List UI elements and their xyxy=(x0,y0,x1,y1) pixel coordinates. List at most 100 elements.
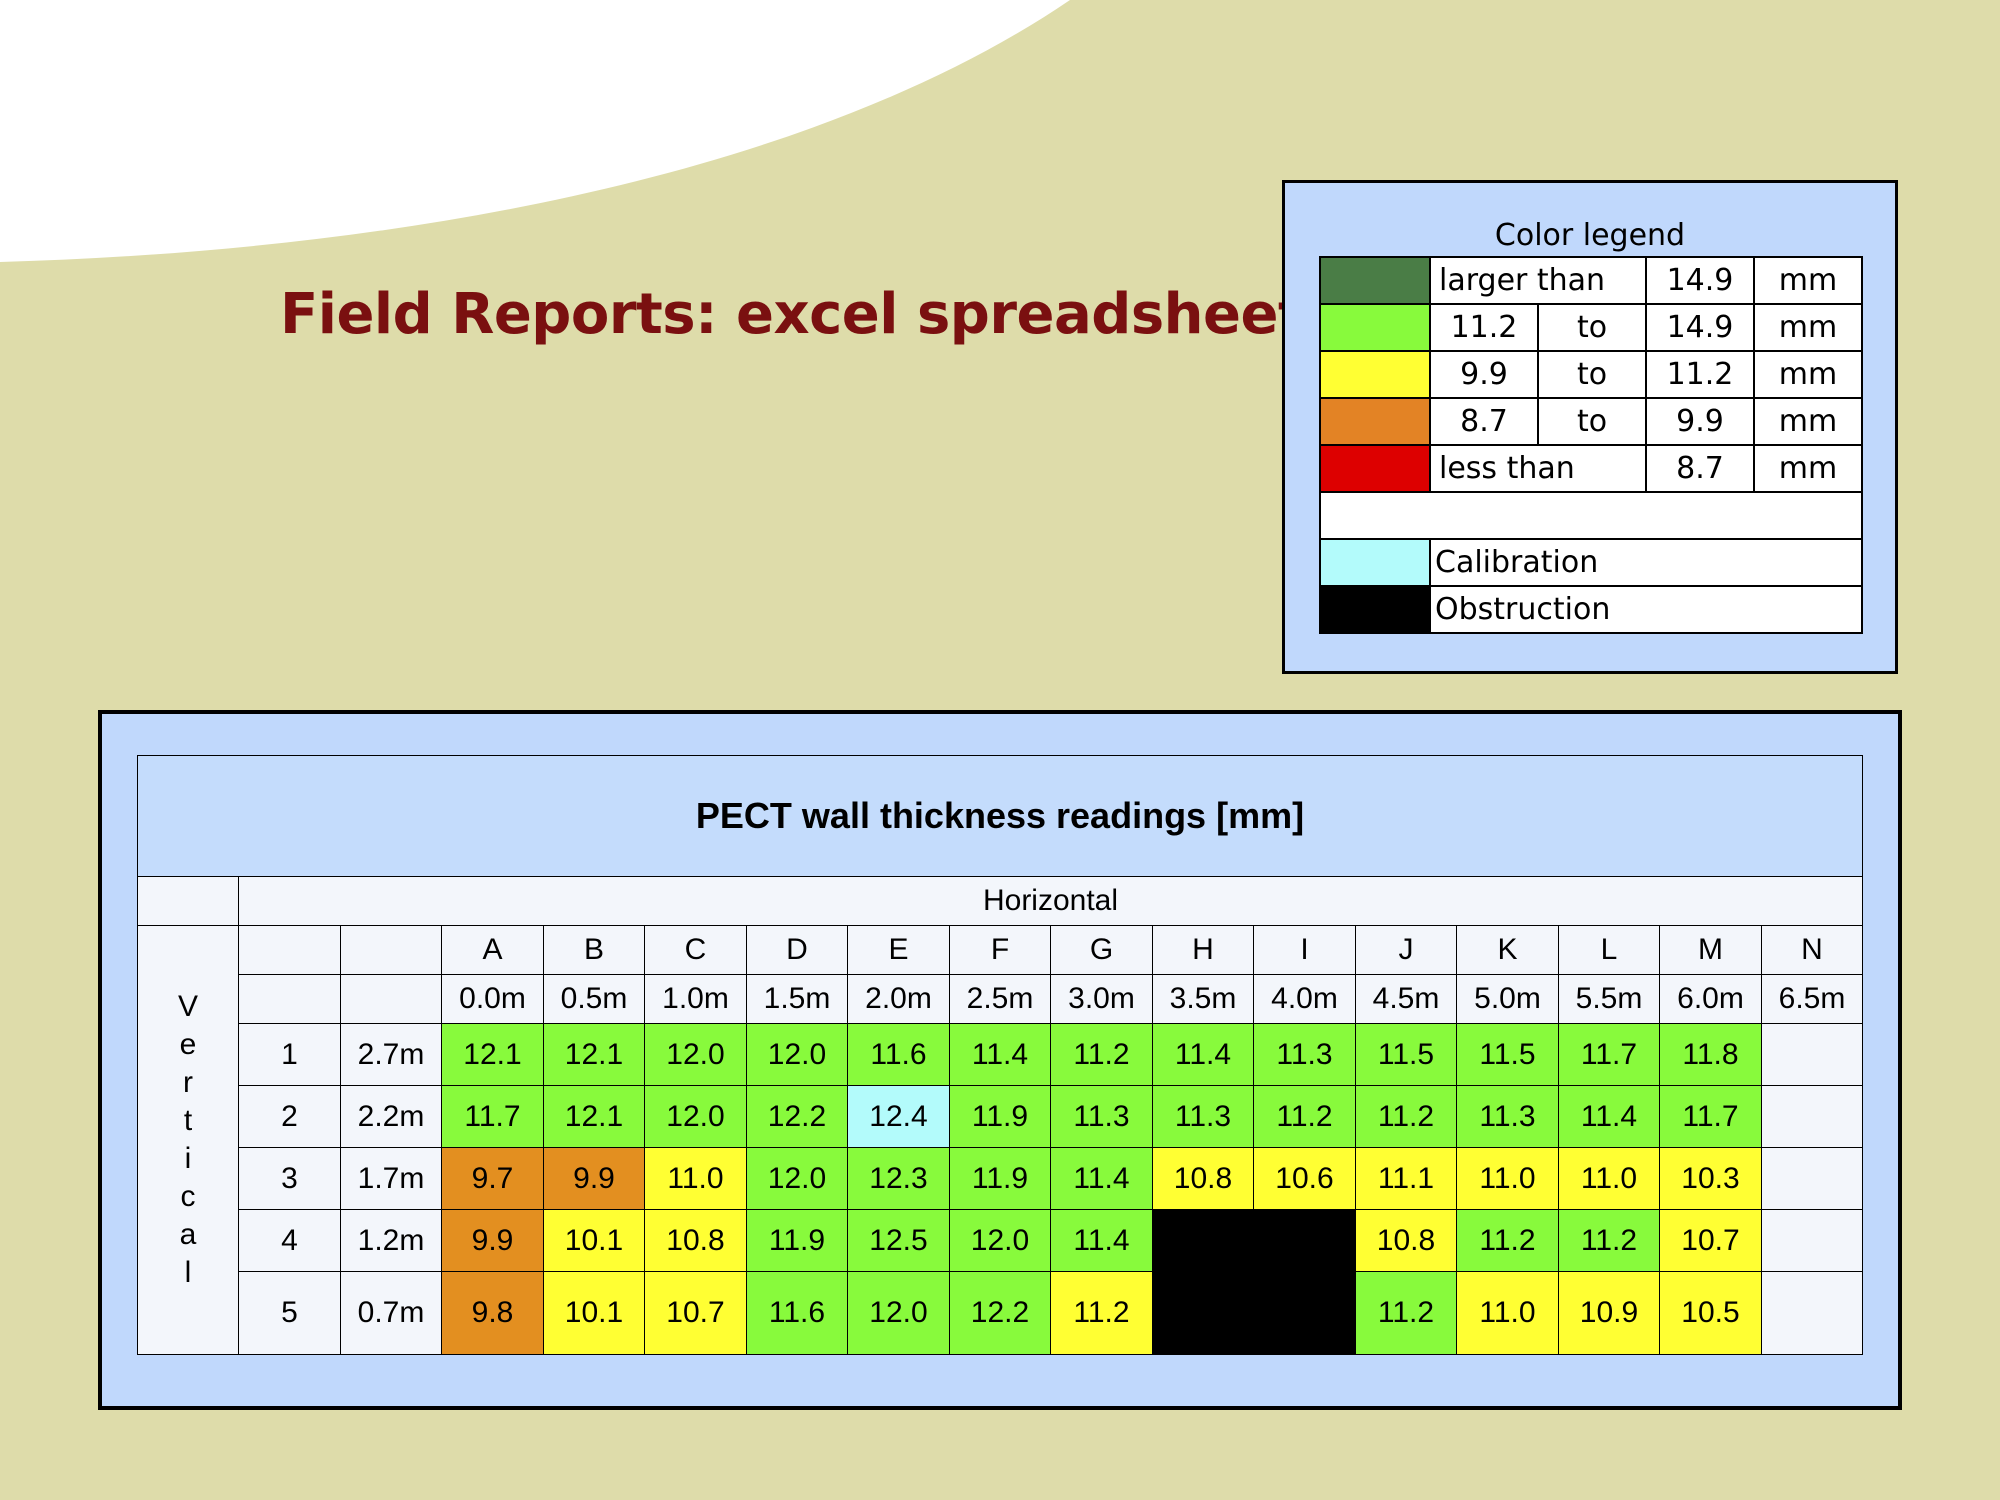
column-position: 0.5m xyxy=(543,974,645,1024)
column-header: A xyxy=(441,925,544,975)
column-position: 1.5m xyxy=(746,974,848,1024)
reading-cell: 11.9 xyxy=(949,1147,1051,1210)
legend-range-to-label: to xyxy=(1537,303,1647,352)
reading-cell: 12.0 xyxy=(746,1023,848,1086)
table-row: 4 1.2m 9.9 10.1 10.8 11.9 12.5 12.0 11.4 10.8 11.2… xyxy=(138,1209,1863,1355)
table-row: 2 2.2m 11.7 12.1 12.0 12.2 12.4 11.9 11.3 11.3 11.… xyxy=(138,1085,1863,1148)
reading-cell: 12.0 xyxy=(847,1271,950,1355)
row-height: 1.7m xyxy=(340,1147,442,1210)
reading-cell: 12.1 xyxy=(441,1023,544,1086)
vertical-label-letter: c xyxy=(180,1180,196,1213)
column-position: 1.0m xyxy=(644,974,747,1024)
column-position: 4.5m xyxy=(1355,974,1457,1024)
reading-cell: 11.2 xyxy=(1050,1023,1153,1086)
reading-cell: 12.3 xyxy=(847,1147,950,1210)
reading-cell xyxy=(1761,1209,1863,1272)
row-index: 2 xyxy=(238,1085,341,1148)
legend-row: less than 8.7 mm xyxy=(1319,444,1863,493)
row-height: 2.7m xyxy=(340,1023,442,1086)
vertical-label-letter: r xyxy=(183,1066,193,1099)
legend-range-to: 9.9 xyxy=(1645,397,1755,446)
reading-cell: 9.7 xyxy=(441,1147,544,1210)
column-header: G xyxy=(1050,925,1153,975)
color-swatch-orange xyxy=(1319,397,1431,446)
reading-cell: 12.0 xyxy=(949,1209,1051,1272)
color-swatch-dark-green xyxy=(1319,256,1431,305)
column-header: L xyxy=(1558,925,1660,975)
reading-cell: 11.6 xyxy=(847,1023,950,1086)
reading-cell: 9.9 xyxy=(543,1147,645,1210)
vertical-label-letter: a xyxy=(179,1218,197,1251)
reading-cell: 11.2 xyxy=(1050,1271,1153,1355)
row-height: 0.7m xyxy=(340,1271,442,1355)
legend-range-label: larger than xyxy=(1429,256,1647,305)
reading-cell: 10.7 xyxy=(644,1271,747,1355)
reading-cell: 11.7 xyxy=(441,1085,544,1148)
legend-unit: mm xyxy=(1753,350,1863,399)
header-blank-cell xyxy=(238,974,341,1024)
column-header: N xyxy=(1761,925,1863,975)
reading-cell: 11.3 xyxy=(1050,1085,1153,1148)
reading-cell: 11.0 xyxy=(644,1147,747,1210)
column-header: K xyxy=(1456,925,1559,975)
legend-unit: mm xyxy=(1753,303,1863,352)
column-header: F xyxy=(949,925,1051,975)
color-swatch-yellow xyxy=(1319,350,1431,399)
row-height: 2.2m xyxy=(340,1085,442,1148)
reading-cell: 11.4 xyxy=(1050,1209,1153,1272)
reading-cell: 11.3 xyxy=(1253,1023,1356,1086)
color-swatch-cyan xyxy=(1319,538,1431,587)
vertical-label-letter: e xyxy=(179,1028,197,1061)
reading-cell: 10.3 xyxy=(1659,1147,1762,1210)
vertical-label-letter: i xyxy=(184,1142,192,1175)
reading-cell: 11.2 xyxy=(1355,1271,1457,1355)
reading-cell: 11.3 xyxy=(1456,1085,1559,1148)
column-position: 2.0m xyxy=(847,974,950,1024)
reading-cell: 10.8 xyxy=(1355,1209,1457,1272)
column-position: 5.5m xyxy=(1558,974,1660,1024)
table-title: PECT wall thickness readings [mm] xyxy=(137,755,1863,877)
row-index: 3 xyxy=(238,1147,341,1210)
legend-range-to-label: to xyxy=(1537,397,1647,446)
reading-cell: 12.0 xyxy=(644,1085,747,1148)
reading-cell: 11.2 xyxy=(1558,1209,1660,1272)
legend-unit: mm xyxy=(1753,444,1863,493)
legend-row: Obstruction xyxy=(1319,585,1863,634)
column-position: 6.0m xyxy=(1659,974,1762,1024)
reading-cell: 11.9 xyxy=(746,1209,848,1272)
legend-range-value: 14.9 xyxy=(1645,256,1755,305)
reading-cell: 11.0 xyxy=(1456,1271,1559,1355)
reading-cell xyxy=(1761,1023,1863,1086)
horizontal-label: Horizontal xyxy=(238,876,1863,926)
legend-range-from: 9.9 xyxy=(1429,350,1539,399)
reading-cell: 9.8 xyxy=(441,1271,544,1355)
column-header: J xyxy=(1355,925,1457,975)
reading-cell: 12.4 xyxy=(847,1085,950,1148)
column-header: M xyxy=(1659,925,1762,975)
legend-range-from: 11.2 xyxy=(1429,303,1539,352)
legend-row: 9.9 to 11.2 mm xyxy=(1319,350,1863,399)
reading-cell: 12.1 xyxy=(543,1023,645,1086)
column-header: C xyxy=(644,925,747,975)
reading-cell xyxy=(1761,1085,1863,1148)
reading-cell: 10.1 xyxy=(543,1209,645,1272)
reading-cell: 12.0 xyxy=(644,1023,747,1086)
reading-cell: 10.8 xyxy=(644,1209,747,1272)
reading-cell: 11.2 xyxy=(1355,1085,1457,1148)
column-position: 5.0m xyxy=(1456,974,1559,1024)
legend-range-to: 11.2 xyxy=(1645,350,1755,399)
vertical-label-letter: l xyxy=(184,1256,192,1289)
reading-cell: 10.9 xyxy=(1558,1271,1660,1355)
legend-range-label: less than xyxy=(1429,444,1647,493)
reading-cell: 9.9 xyxy=(441,1209,544,1272)
legend-spacer-row xyxy=(1319,491,1863,540)
column-position: 3.5m xyxy=(1152,974,1254,1024)
table-row: 3 1.7m 9.7 9.9 11.0 12.0 12.3 11.9 11.4 10.8 10.6 1… xyxy=(138,1147,1863,1210)
legend-title: Color legend xyxy=(1494,218,1686,253)
row-index: 4 xyxy=(238,1209,341,1272)
legend-row: larger than 14.9 mm xyxy=(1319,256,1863,305)
reading-cell xyxy=(1761,1271,1863,1355)
column-header: E xyxy=(847,925,950,975)
reading-cell: 10.8 xyxy=(1152,1147,1254,1210)
reading-cell: 12.0 xyxy=(746,1147,848,1210)
